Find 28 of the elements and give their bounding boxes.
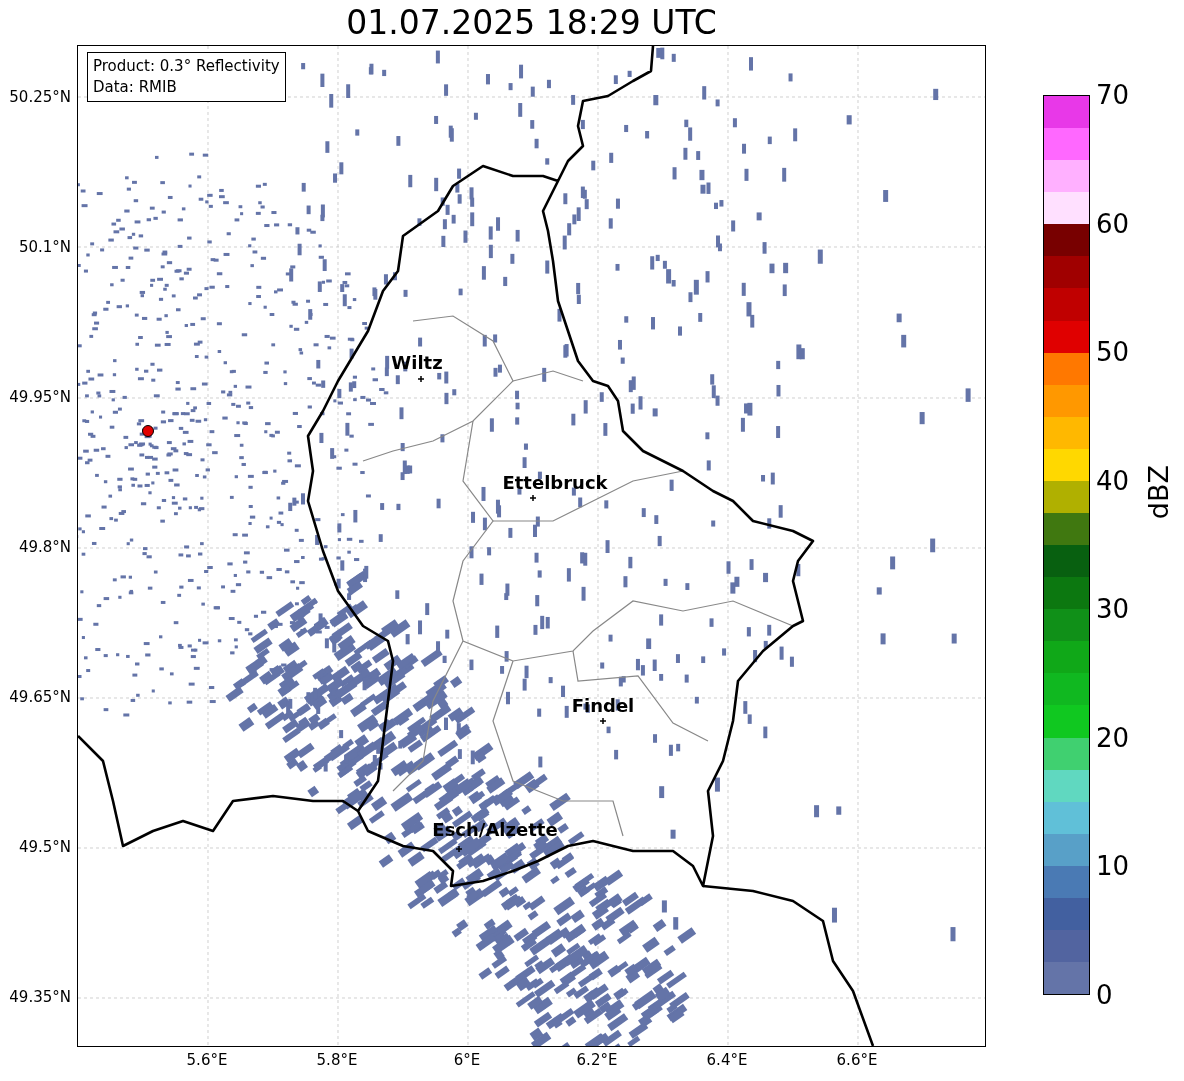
info-text: Data: RMIB (93, 77, 178, 98)
colorbar-tick-label: 10 (1096, 851, 1130, 882)
info-text: Product: 0.3° Reflectivity (93, 56, 280, 77)
longitude-label: 5.8°E (315, 1051, 359, 1071)
chart-title: 01.07.2025 18:29 UTC (346, 2, 717, 44)
longitude-label: 6°E (452, 1051, 482, 1071)
longitude-label: 5.6°E (185, 1051, 229, 1071)
colorbar-tick-label: 0 (1096, 979, 1114, 1010)
latitude-label: 50.1°N (18, 238, 71, 256)
latitude-label: 49.8°N (18, 538, 71, 556)
colorbar-tick-label: 60 (1096, 208, 1130, 239)
colorbar-tick-label: 70 (1096, 80, 1130, 110)
latitude-label: 49.5°N (18, 838, 71, 856)
place-label: Wiltz (391, 351, 443, 373)
longitude-label: 6.2°E (575, 1051, 619, 1071)
place-label: Esch/Alzette (432, 818, 558, 840)
colorbar-label: dBZ (1143, 465, 1175, 520)
colorbar-tick-label: 40 (1096, 465, 1130, 496)
colorbar-tick-label: 50 (1096, 337, 1130, 368)
longitude-label: 6.4°E (705, 1051, 749, 1071)
colorbar-tick-label: 30 (1096, 594, 1130, 625)
latitude-label: 49.65°N (9, 688, 71, 706)
colorbar-tick-label: 20 (1096, 722, 1130, 753)
latitude-label: 50.25°N (9, 88, 71, 106)
latitude-label: 49.95°N (9, 388, 71, 406)
latitude-label: 49.35°N (9, 988, 71, 1006)
longitude-label: 6.6°E (835, 1051, 879, 1071)
place-label: Ettelbruck (502, 471, 608, 493)
